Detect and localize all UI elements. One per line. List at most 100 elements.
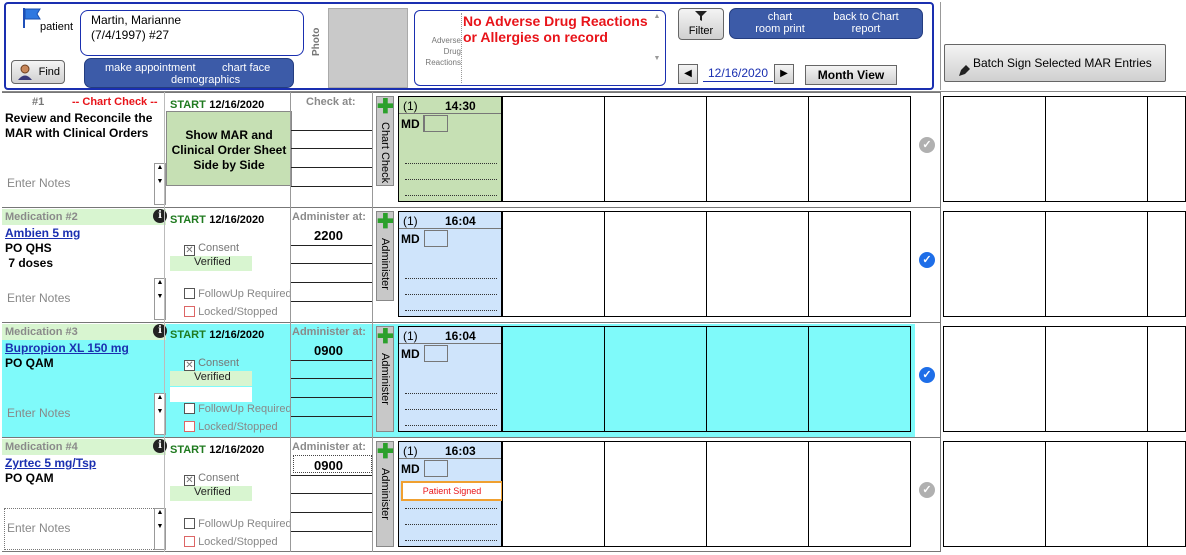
mar-day-cell[interactable]	[943, 326, 1046, 432]
consent-checkbox[interactable]: ✕ Consent	[184, 242, 239, 256]
mar-day-cell[interactable]	[502, 441, 605, 547]
demographics-link[interactable]: demographics	[171, 74, 240, 86]
mar-day-cell[interactable]	[604, 96, 707, 202]
check-circle-icon[interactable]: ✓	[919, 367, 935, 383]
locked-checkbox[interactable]: Locked/Stopped	[184, 421, 278, 433]
chart-report-button[interactable]: chart room print back to Chart report	[729, 8, 923, 39]
mar-day-cell[interactable]	[1045, 96, 1148, 202]
mar-entry-card[interactable]: (1) 14:30 MD	[398, 96, 502, 202]
adr-text: No Adverse Drug Reactions or Allergies o…	[461, 13, 657, 83]
adverse-reactions-box: Adverse Drug Reactions No Adverse Drug R…	[414, 10, 666, 86]
drug-link[interactable]: Bupropion XL 150 mg	[5, 341, 129, 355]
filter-button[interactable]: Filter	[678, 8, 724, 40]
patient-photo[interactable]	[328, 8, 408, 88]
mar-day-cell[interactable]	[604, 441, 707, 547]
mar-day-cell[interactable]	[604, 326, 707, 432]
mar-day-cell[interactable]	[1045, 441, 1148, 547]
check-circle-icon[interactable]: ✓	[919, 482, 935, 498]
administer-at-label: Administer at:	[292, 326, 366, 338]
administer-time[interactable]: 2200	[314, 228, 343, 243]
date-field[interactable]: 12/16/2020	[703, 66, 773, 82]
verified-status: Verified	[170, 486, 252, 501]
add-entry-icon[interactable]: ✚	[377, 212, 394, 232]
check-circle-icon[interactable]: ✓	[919, 137, 935, 153]
mar-day-cell[interactable]	[808, 96, 911, 202]
row-title: Review and Reconcile the MAR with Clinic…	[5, 111, 153, 140]
mar-day-cell[interactable]	[943, 441, 1046, 547]
mar-day-cell[interactable]	[706, 326, 809, 432]
medication-number: Medication #4	[5, 441, 78, 453]
mar-entry-card[interactable]: (1) 16:03 MD Patient Signed	[398, 441, 503, 547]
chart-face-link[interactable]: chart face	[222, 62, 270, 74]
locked-checkbox[interactable]: Locked/Stopped	[184, 536, 278, 548]
mar-day-cell[interactable]	[502, 326, 605, 432]
patient-name: Martin, Marianne	[91, 13, 182, 27]
administer-time[interactable]: 0900	[314, 458, 343, 473]
followup-checkbox[interactable]: FollowUp Required	[184, 403, 292, 415]
notes-field[interactable]: Enter Notes	[7, 521, 70, 535]
show-mar-button[interactable]: Show MAR and Clinical Order Sheet Side b…	[166, 111, 292, 186]
entry-role: MD	[401, 232, 420, 246]
mar-entry-card[interactable]: (1) 16:04 MD	[398, 326, 502, 432]
make-appointment-link[interactable]: make appointment	[105, 62, 196, 74]
patient-signed-badge[interactable]: Patient Signed	[401, 481, 503, 501]
verified-status: Verified	[170, 371, 252, 386]
mar-day-cell[interactable]	[808, 211, 911, 317]
drug-route: PO QAM	[5, 356, 54, 370]
mar-day-cell[interactable]	[1045, 211, 1148, 317]
consent-checkbox[interactable]: ✕ Consent	[184, 357, 239, 371]
medication-number: Medication #3	[5, 326, 78, 338]
start-date: 12/16/2020	[209, 444, 265, 456]
notes-field[interactable]: Enter Notes	[7, 291, 70, 305]
add-entry-icon[interactable]: ✚	[377, 327, 394, 347]
followup-checkbox[interactable]: FollowUp Required	[184, 288, 292, 300]
notes-field[interactable]: Enter Notes	[7, 176, 70, 190]
mar-day-cell[interactable]	[706, 211, 809, 317]
add-entry-icon[interactable]: ✚	[377, 97, 394, 117]
followup-checkbox[interactable]: FollowUp Required	[184, 518, 292, 530]
chart-check-label: Chart Check	[379, 122, 391, 184]
add-entry-icon[interactable]: ✚	[377, 442, 394, 462]
patient-label: patient	[40, 21, 74, 33]
chart-room-print-link[interactable]: chart room print	[754, 11, 806, 35]
entry-time: 16:03	[445, 444, 476, 458]
mar-day-cell[interactable]	[502, 211, 605, 317]
administer-time[interactable]: 0900	[314, 343, 343, 358]
prev-date-button[interactable]: ◀	[678, 64, 698, 84]
check-circle-icon[interactable]: ✓	[919, 252, 935, 268]
mar-day-cell[interactable]	[706, 96, 809, 202]
mar-day-cell[interactable]	[706, 441, 809, 547]
patient-info-box[interactable]: Martin, Marianne (7/4/1997) #27	[80, 10, 304, 56]
start-date: 12/16/2020	[209, 214, 265, 226]
drug-link[interactable]: Ambien 5 mg	[5, 226, 80, 240]
chart-check-tag: -- Chart Check --	[72, 96, 158, 108]
mar-day-cell[interactable]	[1147, 96, 1186, 202]
month-view-button[interactable]: Month View	[805, 65, 897, 85]
start-date: 12/16/2020	[209, 329, 265, 341]
drug-doses: 7 doses	[5, 256, 54, 270]
mar-day-cell[interactable]	[943, 96, 1046, 202]
notes-field[interactable]: Enter Notes	[7, 406, 70, 420]
mar-day-cell[interactable]	[1147, 211, 1186, 317]
consent-checkbox[interactable]: ✕ Consent	[184, 472, 239, 486]
next-date-button[interactable]: ▶	[774, 64, 794, 84]
back-to-chart-report-link[interactable]: back to Chart report	[826, 11, 906, 35]
drug-link[interactable]: Zyrtec 5 mg/Tsp	[5, 456, 96, 470]
mar-day-cell[interactable]	[502, 96, 605, 202]
adr-scrollbar[interactable]: ▲ ▼	[651, 13, 663, 83]
appointment-demographics-button[interactable]: make appointment chart face demographics	[84, 58, 294, 88]
administer-at-label: Administer at:	[292, 211, 366, 223]
batch-sign-button[interactable]: Batch Sign Selected MAR Entries	[944, 44, 1166, 82]
find-button[interactable]: Find	[11, 60, 65, 84]
mar-day-cell[interactable]	[943, 211, 1046, 317]
mar-entry-card[interactable]: (1) 16:04 MD	[398, 211, 502, 317]
patient-dob: (7/4/1997) #27	[91, 28, 170, 42]
locked-checkbox[interactable]: Locked/Stopped	[184, 306, 278, 318]
mar-day-cell[interactable]	[1147, 441, 1186, 547]
patient-header: patient Martin, Marianne (7/4/1997) #27 …	[4, 2, 934, 90]
mar-day-cell[interactable]	[808, 441, 911, 547]
mar-day-cell[interactable]	[1147, 326, 1186, 432]
mar-day-cell[interactable]	[604, 211, 707, 317]
mar-day-cell[interactable]	[1045, 326, 1148, 432]
mar-day-cell[interactable]	[808, 326, 911, 432]
